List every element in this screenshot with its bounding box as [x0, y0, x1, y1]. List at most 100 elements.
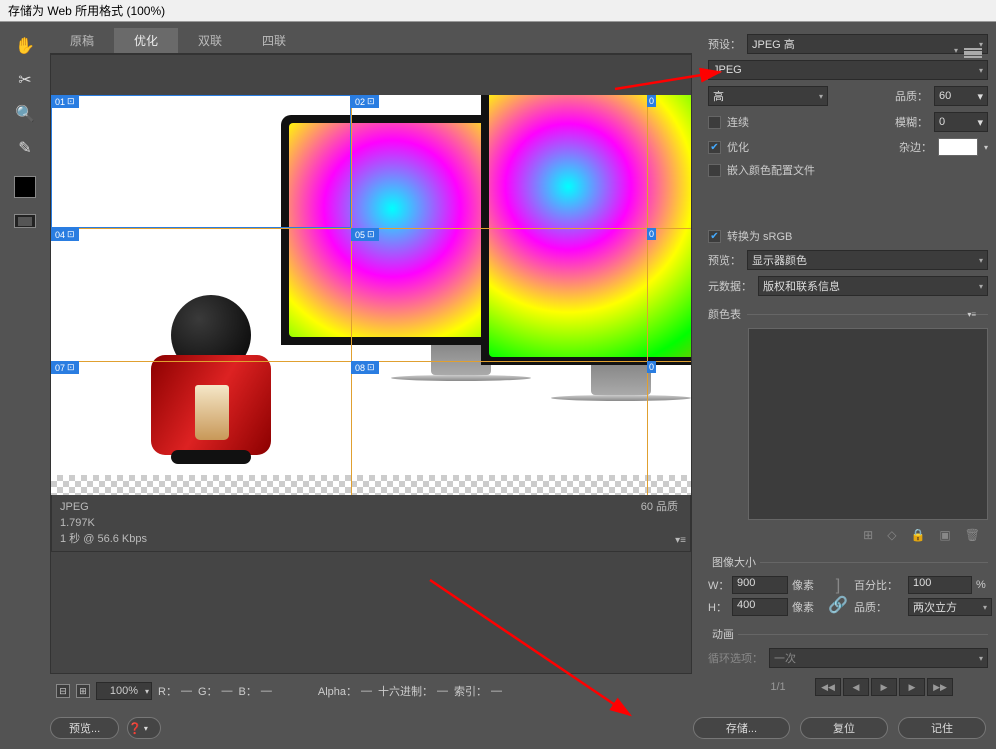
preview-profile-dropdown[interactable]: 显示器颜色▾ — [747, 250, 988, 270]
blur-input[interactable]: 0▾ — [934, 112, 988, 132]
imagesize-header: 图像大小 — [708, 557, 760, 569]
matte-label: 杂边： — [899, 139, 932, 155]
save-button[interactable]: 存储... — [693, 717, 790, 739]
tab-optimized[interactable]: 优化 — [114, 28, 178, 53]
tool-sidebar: ✋ ✂ 🔍 ✎ — [0, 28, 50, 702]
optimized-checkbox[interactable]: ✔ — [708, 141, 721, 154]
info-format: JPEG — [60, 499, 682, 515]
help-button[interactable]: ❓▾ — [127, 717, 161, 739]
width-input[interactable]: 900 — [732, 576, 788, 594]
zoom-level-dropdown[interactable]: 100%▾ — [96, 682, 152, 700]
ct-lock-icon[interactable]: 🔒 — [910, 528, 925, 542]
preview-canvas: 01⊡ 02⊡ 0 04⊡ 05⊡ 0 07⊡ 08⊡ 0 — [51, 95, 691, 495]
resample-label: 品质： — [854, 599, 904, 615]
percent-label: 百分比： — [854, 577, 904, 593]
readout-b-label: B： — [239, 683, 257, 699]
remember-button[interactable]: 记住 — [898, 717, 986, 739]
readout-r-label: R： — [158, 683, 177, 699]
tab-2up[interactable]: 双联 — [178, 28, 242, 53]
readout-g-value: — — [222, 685, 233, 697]
hand-tool-icon[interactable]: ✋ — [13, 34, 37, 58]
foreground-color-swatch[interactable] — [14, 176, 36, 198]
convert-srgb-checkbox[interactable]: ✔ — [708, 230, 721, 243]
matte-color-chip[interactable] — [938, 138, 978, 156]
metadata-dropdown[interactable]: 版权和联系信息▾ — [758, 276, 988, 296]
anim-play-icon[interactable]: ▶ — [871, 678, 897, 696]
height-unit: 像素 — [792, 599, 822, 615]
preset-label: 预设： — [708, 36, 741, 52]
optimized-label: 优化 — [727, 139, 749, 155]
anim-last-icon[interactable]: ▶▶ — [927, 678, 953, 696]
slice-badge-04[interactable]: 04⊡ — [51, 228, 79, 241]
slice-badge-08[interactable]: 08⊡ — [351, 361, 379, 374]
preview-tabs: 原稿 优化 双联 四联 — [50, 28, 692, 54]
colortable-header: 颜色表 — [708, 306, 741, 322]
eyedropper-tool-icon[interactable]: ✎ — [13, 136, 37, 160]
ct-cube-icon[interactable]: ⊞ — [863, 528, 873, 542]
ct-diamond-icon[interactable]: ◇ — [887, 528, 896, 542]
height-input[interactable]: 400 — [732, 598, 788, 616]
embed-profile-checkbox[interactable] — [708, 164, 721, 177]
slice-badge-07[interactable]: 07⊡ — [51, 361, 79, 374]
readout-b-value: — — [261, 685, 272, 697]
dialog-buttons: 预览... ❓▾ 存储... 复位 记住 — [50, 717, 986, 739]
quality-label: 品质： — [895, 88, 928, 104]
toggle-slices-icon[interactable] — [14, 214, 36, 228]
slice-select-tool-icon[interactable]: ✂ — [13, 68, 37, 92]
preset-dropdown[interactable]: JPEG 高▾ — [747, 34, 988, 54]
loop-label: 循环选项： — [708, 650, 763, 666]
tab-4up[interactable]: 四联 — [242, 28, 306, 53]
info-download-speed: 1 秒 @ 56.6 Kbps — [60, 531, 682, 547]
window-title: 存储为 Web 所用格式 (100%) — [0, 0, 996, 22]
preview-button[interactable]: 预览... — [50, 717, 119, 739]
zoom-in-icon[interactable]: ⊞ — [76, 684, 90, 698]
preview-profile-label: 预览： — [708, 252, 741, 268]
percent-unit: % — [976, 579, 992, 591]
preview-canvas-area[interactable]: 01⊡ 02⊡ 0 04⊡ 05⊡ 0 07⊡ 08⊡ 0 JPEG 1.797… — [50, 54, 692, 674]
optimization-info: JPEG 1.797K 1 秒 @ 56.6 Kbps 60 品质 ▾≡ — [51, 495, 691, 552]
readout-g-label: G： — [198, 683, 218, 699]
ct-new-icon[interactable]: ▣ — [939, 528, 950, 542]
anim-first-icon[interactable]: ◀◀ — [815, 678, 841, 696]
info-filesize: 1.797K — [60, 515, 682, 531]
color-table-area — [748, 328, 988, 520]
slice-badge-02[interactable]: 02⊡ — [351, 95, 379, 108]
slice-badge-09[interactable]: 0 — [647, 361, 656, 373]
ct-trash-icon[interactable]: 🗑 — [965, 528, 980, 542]
readout-alpha-label: Alpha： — [318, 683, 357, 699]
info-menu-icon[interactable]: ▾≡ — [675, 533, 686, 549]
colortable-menu-icon[interactable]: ▾≡ — [967, 310, 976, 319]
quality-input[interactable]: 60▾ — [934, 86, 988, 106]
settings-panel: 预设： JPEG 高▾ JPEG▾ 高▾ 品质： 60▾ 连续 模糊： 0▾ ✔… — [700, 28, 996, 702]
info-quality: 60 品质 — [641, 499, 678, 515]
readout-index-value: — — [491, 685, 502, 697]
slice-badge-01[interactable]: 01⊡ — [51, 95, 79, 108]
blur-label: 模糊： — [895, 114, 928, 130]
file-format-dropdown[interactable]: JPEG▾ — [708, 60, 988, 80]
width-unit: 像素 — [792, 577, 822, 593]
loop-dropdown: 一次▾ — [769, 648, 988, 668]
readout-hex-label: 十六进制： — [378, 683, 433, 699]
tab-original[interactable]: 原稿 — [50, 28, 114, 53]
slice-badge-03[interactable]: 0 — [647, 95, 656, 107]
height-label: H： — [708, 599, 728, 615]
zoom-out-icon[interactable]: ⊟ — [56, 684, 70, 698]
metadata-label: 元数据： — [708, 278, 752, 294]
anim-next-icon[interactable]: ▶ — [899, 678, 925, 696]
panel-flyout-menu-icon[interactable] — [964, 48, 982, 58]
slice-badge-05[interactable]: 05⊡ — [351, 228, 379, 241]
readout-r-value: — — [181, 685, 192, 697]
status-bar: ⊟ ⊞ 100%▾ R：— G：— B：— Alpha：— 十六进制：— 索引：… — [50, 680, 692, 702]
percent-input[interactable]: 100 — [908, 576, 972, 594]
quality-preset-dropdown[interactable]: 高▾ — [708, 86, 828, 106]
resample-dropdown[interactable]: 两次立方▾ — [908, 598, 992, 616]
zoom-tool-icon[interactable]: 🔍 — [13, 102, 37, 126]
progressive-checkbox[interactable] — [708, 116, 721, 129]
anim-prev-icon[interactable]: ◀ — [843, 678, 869, 696]
link-dimensions-icon[interactable]: ]🔗 — [826, 577, 850, 615]
reset-button[interactable]: 复位 — [800, 717, 888, 739]
readout-index-label: 索引： — [454, 683, 487, 699]
progressive-label: 连续 — [727, 114, 749, 130]
width-label: W： — [708, 577, 728, 593]
slice-badge-06[interactable]: 0 — [647, 228, 656, 240]
